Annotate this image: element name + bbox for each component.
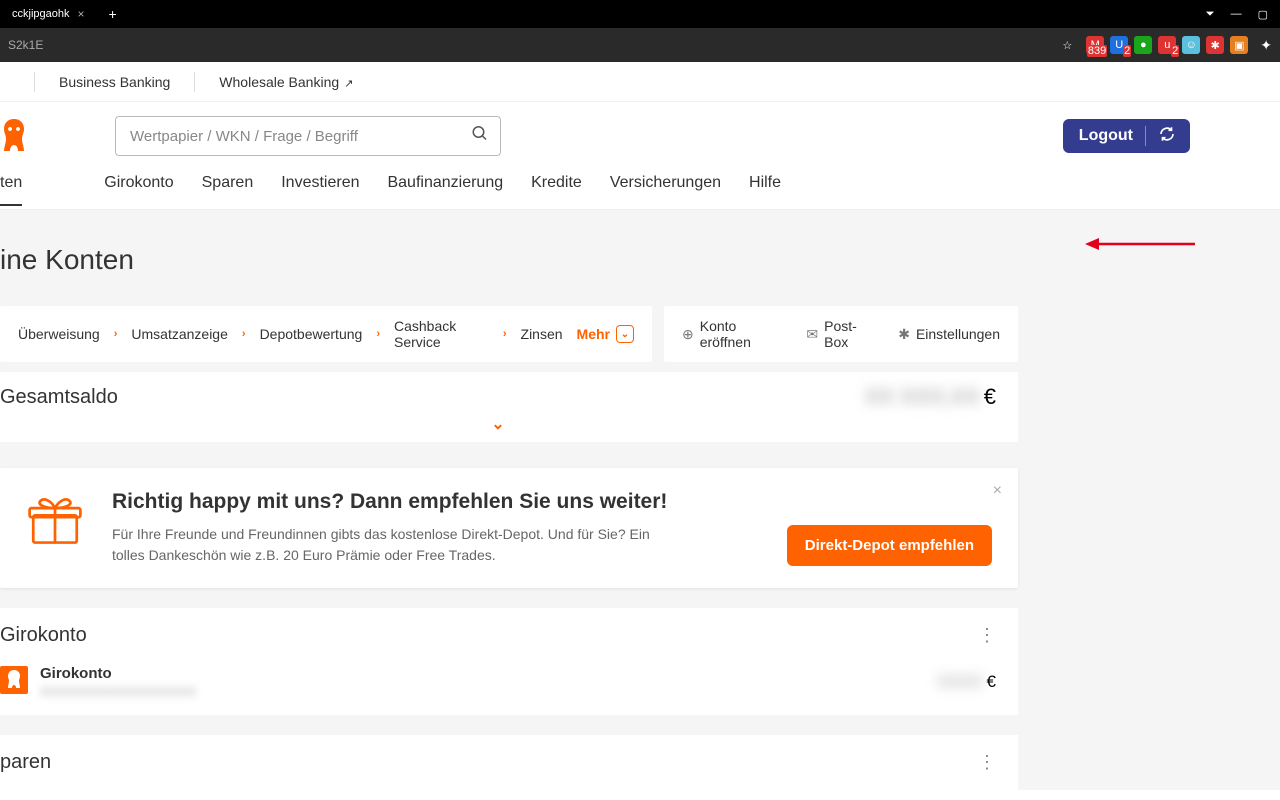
top-link-bar: Business Banking Wholesale Banking ↗	[0, 62, 1280, 102]
quick-actions-left: Überweisung › Umsatzanzeige › Depotbewer…	[0, 306, 652, 362]
maximize-icon[interactable]: ▢	[1258, 8, 1268, 21]
main-nav: ten Girokonto Sparen Investieren Baufina…	[0, 170, 1280, 210]
sparen-section: paren ⋮	[0, 735, 1018, 790]
plus-circle-icon: ⊕	[682, 326, 694, 343]
minimize-icon[interactable]: —	[1231, 8, 1242, 20]
chevron-down-icon: ⌄	[616, 325, 634, 343]
girokonto-title: Girokonto	[0, 624, 87, 647]
annotation-arrow	[1085, 234, 1195, 259]
promo-body: Für Ihre Freunde und Freundinnen gibts d…	[112, 524, 682, 566]
extension-icon[interactable]: ▣	[1230, 36, 1248, 54]
nav-investieren[interactable]: Investieren	[281, 174, 359, 206]
nav-kredite[interactable]: Kredite	[531, 174, 582, 206]
action-postbox[interactable]: ✉Post-Box	[806, 318, 876, 350]
divider	[34, 72, 35, 92]
account-name: Girokonto	[40, 665, 925, 682]
logout-label: Logout	[1079, 127, 1133, 145]
chevron-right-icon: ›	[114, 328, 118, 340]
chevron-right-icon: ›	[242, 328, 246, 340]
expand-chevron-icon[interactable]: ⌄	[0, 410, 996, 434]
action-zinsen[interactable]: Zinsen	[521, 326, 563, 342]
promo-cta-button[interactable]: Direkt-Depot empfehlen	[787, 525, 992, 566]
nav-baufinanzierung[interactable]: Baufinanzierung	[387, 174, 503, 206]
more-menu-icon[interactable]: ⋮	[978, 625, 996, 646]
header-right: Logout	[1063, 119, 1280, 153]
search-input[interactable]	[115, 116, 501, 156]
promo-text: Richtig happy mit uns? Dann empfehlen Si…	[112, 490, 759, 566]
wholesale-banking-link[interactable]: Wholesale Banking ↗	[219, 74, 353, 90]
url-text[interactable]: S2k1E	[8, 38, 43, 52]
browser-tab-bar: cckjipgaohk × + ⏷ — ▢	[0, 0, 1280, 28]
chevron-right-icon: ›	[503, 328, 507, 340]
account-row[interactable]: Girokonto XXXXXXXXXXXXXXXXXX XXXX€	[0, 647, 996, 699]
nav-hilfe[interactable]: Hilfe	[749, 174, 781, 206]
content-area: ine Konten Überweisung › Umsatzanzeige ›…	[0, 210, 1280, 790]
close-icon[interactable]: ×	[993, 482, 1002, 500]
tab-title: cckjipgaohk	[12, 8, 69, 20]
extension-icon[interactable]: u2	[1158, 36, 1176, 54]
promo-title: Richtig happy mit uns? Dann empfehlen Si…	[112, 490, 759, 514]
action-einstellungen[interactable]: ✱Einstellungen	[898, 326, 1000, 343]
balance-amount: XX XXX,XX€	[865, 384, 996, 410]
nav-girokonto[interactable]: Girokonto	[104, 174, 173, 206]
quick-actions-right: ⊕Konto eröffnen ✉Post-Box ✱Einstellungen	[664, 306, 1018, 362]
browser-tab[interactable]: cckjipgaohk ×	[4, 3, 93, 25]
search-wrapper	[115, 116, 501, 156]
separator	[1145, 126, 1146, 146]
search-icon[interactable]	[471, 125, 489, 148]
balance-card: Gesamtsaldo XX XXX,XX€ ⌄	[0, 372, 1018, 442]
girokonto-section: Girokonto ⋮ Girokonto XXXXXXXXXXXXXXXXXX…	[0, 608, 1018, 715]
ing-lion-icon	[0, 666, 28, 699]
business-banking-link[interactable]: Business Banking	[59, 74, 170, 90]
more-menu-icon[interactable]: ⋮	[978, 752, 996, 773]
extension-icon[interactable]: U2	[1110, 36, 1128, 54]
promo-card: × Richtig happy mit uns? Dann empfehlen …	[0, 468, 1018, 588]
nav-versicherungen[interactable]: Versicherungen	[610, 174, 721, 206]
extension-icon[interactable]: M839	[1086, 36, 1104, 54]
ing-lion-logo[interactable]	[0, 117, 28, 155]
mail-icon: ✉	[806, 326, 818, 343]
refresh-icon[interactable]	[1158, 125, 1176, 148]
account-number: XXXXXXXXXXXXXXXXXX	[40, 684, 925, 699]
gear-icon: ✱	[898, 326, 910, 343]
sparen-title: paren	[0, 751, 51, 774]
browser-extension-area: ☆ M839 U2 ● u2 ☺ ✱ ▣ ✦	[1062, 36, 1272, 54]
external-link-icon: ↗	[341, 78, 353, 90]
window-controls: ⏷ — ▢	[1206, 8, 1276, 21]
nav-konten[interactable]: ten	[0, 174, 22, 206]
extension-icon[interactable]: ☺	[1182, 36, 1200, 54]
gift-icon	[26, 490, 84, 566]
action-konto-eroffnen[interactable]: ⊕Konto eröffnen	[682, 318, 784, 350]
action-cashback[interactable]: Cashback Service	[394, 318, 489, 350]
action-uberweisung[interactable]: Überweisung	[18, 326, 100, 342]
bookmark-star-icon[interactable]: ☆	[1062, 39, 1072, 52]
new-tab-icon[interactable]: +	[109, 6, 117, 22]
chevron-right-icon: ›	[376, 328, 380, 340]
action-row: Überweisung › Umsatzanzeige › Depotbewer…	[0, 306, 1280, 362]
balance-label: Gesamtsaldo	[0, 386, 118, 409]
nav-sparen[interactable]: Sparen	[202, 174, 254, 206]
divider	[194, 72, 195, 92]
extensions-puzzle-icon[interactable]: ✦	[1260, 37, 1272, 54]
action-depot[interactable]: Depotbewertung	[260, 326, 363, 342]
extension-icon[interactable]: ✱	[1206, 36, 1224, 54]
action-umsatz[interactable]: Umsatzanzeige	[131, 326, 228, 342]
logout-button[interactable]: Logout	[1063, 119, 1190, 153]
account-balance: XXXX€	[937, 672, 996, 692]
tab-close-icon[interactable]: ×	[77, 7, 84, 21]
header-row: Logout	[0, 102, 1280, 170]
extension-icon[interactable]: ●	[1134, 36, 1152, 54]
action-mehr[interactable]: Mehr ⌄	[577, 325, 634, 343]
address-bar: S2k1E ☆ M839 U2 ● u2 ☺ ✱ ▣ ✦	[0, 28, 1280, 62]
caret-down-icon[interactable]: ⏷	[1206, 8, 1215, 21]
